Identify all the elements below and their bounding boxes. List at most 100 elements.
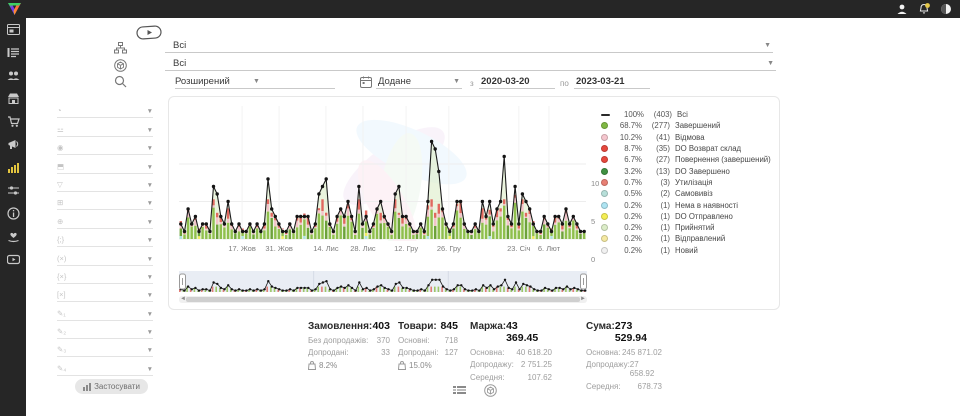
- legend-label: Новий: [675, 246, 698, 255]
- date-to-input[interactable]: 2023-03-21: [574, 74, 650, 89]
- product-filter-select[interactable]: Всі ▼: [165, 56, 776, 71]
- table-view-icon[interactable]: [453, 384, 466, 402]
- user-avatar[interactable]: [895, 2, 908, 15]
- filter-row-icon: ✎₂: [57, 327, 66, 338]
- legend-label: Відмова: [675, 133, 705, 142]
- date-to-value: 2023-03-21: [576, 76, 625, 87]
- nav-item-info[interactable]: [0, 202, 26, 225]
- filter-row-icon: ⬒: [57, 162, 64, 173]
- stat-title: Товари:: [398, 321, 437, 332]
- sidebar-filter-select-7[interactable]: ⊕ ▼: [57, 210, 153, 228]
- search-mode-select[interactable]: Розширений ▼: [175, 74, 335, 89]
- sidebar-filter-select-13[interactable]: ✎₂ ▼: [57, 321, 153, 339]
- legend-item-11[interactable]: 0.2%(1)Прийнятий: [601, 222, 771, 233]
- nav-item-video-tutorials[interactable]: [0, 248, 26, 271]
- legend-percent: 0.5%: [612, 189, 642, 198]
- legend-count: (403): [644, 110, 672, 119]
- search-mode-value: Розширений: [175, 76, 230, 87]
- apply-filters-button[interactable]: Застосувати: [75, 379, 148, 394]
- filter-row-icon: ⚍: [57, 125, 64, 136]
- info-icon: [7, 207, 20, 220]
- filter-panel: ◔ ▼⚍ ▼◉ ▼⬒ ▼▽ ▼⊞ ▼⊕ ▼{;} ▼(×) ▼{×} ▼[×]: [57, 100, 153, 376]
- nav-item-marketing-megaphone[interactable]: [0, 133, 26, 156]
- sidebar-filter-select-11[interactable]: [×] ▼: [57, 284, 153, 302]
- chevron-down-icon: ▼: [147, 256, 153, 265]
- search-icon[interactable]: [114, 75, 127, 93]
- stat-sub-value: 40 618.20: [516, 348, 552, 357]
- legend-count: (3): [642, 178, 670, 187]
- sidebar-filter-select-15[interactable]: ✎₄ ▼: [57, 357, 153, 375]
- stat-badge-value: 8.2%: [319, 361, 337, 370]
- nav-item-settings-sliders[interactable]: [0, 179, 26, 202]
- sidebar-filter-select-10[interactable]: {×} ▼: [57, 266, 153, 284]
- legend-item-6[interactable]: 3.2%(13)DO Завершено: [601, 165, 771, 176]
- legend-count: (41): [642, 133, 670, 142]
- chevron-down-icon: ▼: [147, 127, 153, 136]
- legend-item-4[interactable]: 8.7%(35)DO Возврат склад: [601, 143, 771, 154]
- x-axis-tick: 28. Лис: [350, 244, 375, 253]
- sidebar-filter-select-4[interactable]: ⬒ ▼: [57, 155, 153, 173]
- nav-item-store[interactable]: [0, 87, 26, 110]
- filter-row-icon: ◉: [57, 143, 64, 154]
- nav-item-cart[interactable]: [0, 110, 26, 133]
- chevron-down-icon: ▼: [147, 329, 153, 338]
- date-field-select[interactable]: Додане ▼: [376, 74, 462, 89]
- video-help-icon[interactable]: [136, 25, 162, 45]
- sidebar-filter-select-5[interactable]: ▽ ▼: [57, 174, 153, 192]
- nav-item-analytics-bars[interactable]: [0, 156, 26, 179]
- sidebar-filter-select-2[interactable]: ⚍ ▼: [57, 118, 153, 136]
- legend-color-swatch: [601, 235, 608, 242]
- notifications-bell-icon[interactable]: [917, 2, 930, 15]
- legend-item-3[interactable]: 10.2%(41)Відмова: [601, 132, 771, 143]
- legend-item-8[interactable]: 0.5%(2)Самовивіз: [601, 188, 771, 199]
- sidebar-filter-select-14[interactable]: ✎₃ ▼: [57, 339, 153, 357]
- chart-range-brush[interactable]: [179, 271, 587, 295]
- stat-sub-label: Допродажу:: [470, 360, 514, 369]
- y-axis-tick-5: 5: [591, 217, 595, 226]
- legend-item-1[interactable]: 100%(403)Всі: [601, 109, 771, 120]
- legend-color-swatch: [601, 145, 608, 152]
- brush-handle-right: [581, 274, 587, 289]
- status-filter-select[interactable]: Всі ▼: [165, 38, 773, 53]
- legend-item-5[interactable]: 6.7%(27)Повернення (завершений): [601, 154, 771, 165]
- sidebar-filter-select-3[interactable]: ◉ ▼: [57, 137, 153, 155]
- date-from-input[interactable]: 2020-03-20: [479, 74, 555, 89]
- stat-value: 403: [372, 320, 390, 332]
- sidebar-filter-select-8[interactable]: {;} ▼: [57, 229, 153, 247]
- legend-label: Утилізація: [675, 178, 713, 187]
- sidebar-filter-select-12[interactable]: ✎₁ ▼: [57, 302, 153, 320]
- sidebar-filter-select-6[interactable]: ⊞ ▼: [57, 192, 153, 210]
- scroll-right-icon[interactable]: ►: [580, 296, 586, 303]
- legend-item-2[interactable]: 68.7%(277)Завершений: [601, 120, 771, 131]
- stat-title: Замовлення:: [308, 321, 372, 332]
- filter-row-icon: ▽: [57, 180, 63, 191]
- legend-label: Нема в наявності: [675, 201, 738, 210]
- legend-label: Завершений: [675, 121, 720, 130]
- chevron-down-icon: ▼: [147, 164, 153, 173]
- sidebar-filter-select-1[interactable]: ◔ ▼: [57, 100, 153, 118]
- package-view-icon[interactable]: [484, 384, 497, 402]
- nav-item-orders-list[interactable]: [0, 41, 26, 64]
- legend-label: DO Возврат склад: [675, 144, 741, 153]
- legend-item-7[interactable]: 0.7%(3)Утилізація: [601, 177, 771, 188]
- chart-scrollbar[interactable]: ◄ ►: [179, 296, 587, 303]
- legend-item-13[interactable]: 0.2%(1)Новий: [601, 245, 771, 256]
- sidebar-filter-select-9[interactable]: (×) ▼: [57, 247, 153, 265]
- stat-column-2: Товари:845Основні:718Допродані:12715.0%: [398, 320, 458, 370]
- nav-item-customers[interactable]: [0, 64, 26, 87]
- nav-item-dashboard[interactable]: [0, 18, 26, 41]
- x-axis-tick: 14. Лис: [313, 244, 338, 253]
- theme-toggle-icon[interactable]: [939, 2, 952, 15]
- legend-item-12[interactable]: 0.2%(1)Відправлений: [601, 233, 771, 244]
- orders-timeline-chart: [179, 106, 586, 241]
- legend-count: (1): [642, 246, 670, 255]
- stat-value: 43 369.45: [506, 320, 552, 344]
- nav-item-support-care[interactable]: [0, 225, 26, 248]
- legend-item-10[interactable]: 0.2%(1)DO Отправлено: [601, 211, 771, 222]
- stat-sub-label: Без допродажів:: [308, 336, 368, 345]
- stat-title: Сума:: [586, 321, 615, 332]
- legend-item-9[interactable]: 0.2%(1)Нема в наявності: [601, 199, 771, 210]
- scrollbar-thumb[interactable]: [186, 297, 580, 302]
- legend-percent: 0.2%: [612, 234, 642, 243]
- legend-line-swatch: [601, 114, 610, 116]
